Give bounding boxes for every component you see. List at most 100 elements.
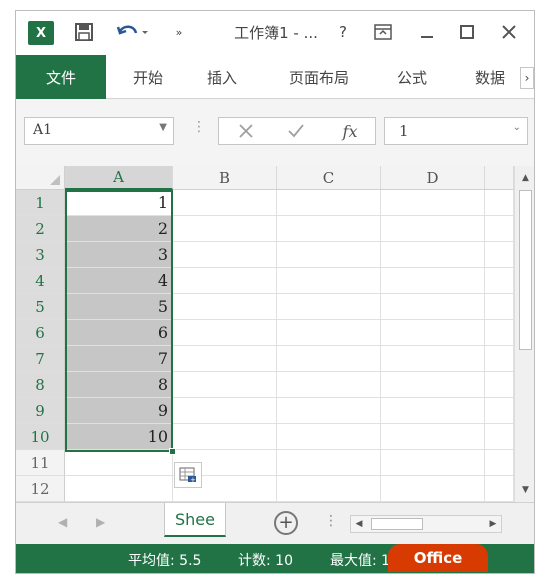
empty-cell[interactable] <box>277 476 381 502</box>
column-header-d[interactable]: D <box>381 166 485 190</box>
tab-file[interactable]: 文件 <box>16 55 106 99</box>
tab-page-layout[interactable]: 页面布局 <box>274 55 364 99</box>
minimize-icon[interactable] <box>414 19 440 45</box>
empty-cell[interactable] <box>173 372 277 398</box>
help-icon[interactable]: ? <box>332 19 354 45</box>
close-icon[interactable] <box>496 19 522 45</box>
row-header[interactable]: 3 <box>16 242 65 268</box>
empty-cell[interactable] <box>381 268 485 294</box>
horizontal-scrollbar[interactable]: ◀ ▶ <box>350 515 502 533</box>
excel-logo[interactable]: X <box>28 21 54 45</box>
hscroll-thumb[interactable] <box>371 518 423 530</box>
empty-cell[interactable] <box>485 424 514 450</box>
empty-cell[interactable] <box>381 294 485 320</box>
row-header[interactable]: 10 <box>16 424 65 450</box>
cell-a6[interactable]: 6 <box>65 320 173 346</box>
empty-cell[interactable] <box>485 450 514 476</box>
empty-cell[interactable] <box>277 242 381 268</box>
scroll-down-icon[interactable]: ▼ <box>515 480 534 500</box>
empty-cell[interactable] <box>485 320 514 346</box>
sheet-next-icon[interactable]: ▶ <box>96 515 105 529</box>
empty-cell[interactable] <box>173 320 277 346</box>
empty-cell[interactable] <box>173 242 277 268</box>
empty-cell[interactable] <box>381 424 485 450</box>
scroll-right-icon[interactable]: ▶ <box>485 516 501 532</box>
cell-a1[interactable]: 1 <box>65 190 173 216</box>
cell-a2[interactable]: 2 <box>65 216 173 242</box>
row-header[interactable]: 12 <box>16 476 65 502</box>
cell-a9[interactable]: 9 <box>65 398 173 424</box>
cell-a3[interactable]: 3 <box>65 242 173 268</box>
quick-analysis-icon[interactable]: + <box>174 462 202 488</box>
empty-cell[interactable] <box>485 476 514 502</box>
tab-data[interactable]: 数据 <box>460 55 520 99</box>
scroll-thumb[interactable] <box>519 190 532 350</box>
empty-cell[interactable] <box>381 216 485 242</box>
row-header[interactable]: 2 <box>16 216 65 242</box>
row-header[interactable]: 9 <box>16 398 65 424</box>
empty-cell[interactable] <box>381 398 485 424</box>
empty-cell[interactable] <box>173 398 277 424</box>
worksheet-grid[interactable]: A B C D 1 2 3 4 5 6 7 8 9 10 11 12 1 2 3… <box>16 166 514 502</box>
empty-cell[interactable] <box>277 450 381 476</box>
empty-cell[interactable] <box>485 216 514 242</box>
empty-cell[interactable] <box>381 190 485 216</box>
row-header[interactable]: 7 <box>16 346 65 372</box>
enter-check-icon[interactable] <box>281 120 311 142</box>
cell-a12[interactable] <box>65 476 173 502</box>
tab-formulas[interactable]: 公式 <box>382 55 442 99</box>
expand-formula-icon[interactable]: ⌄ <box>513 122 521 133</box>
row-header[interactable]: 1 <box>16 190 65 216</box>
empty-cell[interactable] <box>485 190 514 216</box>
vertical-scrollbar[interactable]: ▲ ▼ <box>514 166 534 502</box>
formula-input[interactable]: 1 ⌄ <box>384 117 528 145</box>
empty-cell[interactable] <box>277 320 381 346</box>
tab-split-grip-icon[interactable]: ⋮ <box>324 513 338 529</box>
formula-bar-grip-icon[interactable]: ⋮ <box>192 119 206 135</box>
empty-cell[interactable] <box>381 450 485 476</box>
empty-cell[interactable] <box>485 398 514 424</box>
tab-insert[interactable]: 插入 <box>192 55 252 99</box>
chevron-down-icon[interactable]: ▼ <box>159 122 167 133</box>
column-header-c[interactable]: C <box>277 166 381 190</box>
empty-cell[interactable] <box>381 320 485 346</box>
cell-a7[interactable]: 7 <box>65 346 173 372</box>
empty-cell[interactable] <box>277 294 381 320</box>
empty-cell[interactable] <box>485 268 514 294</box>
cell-a10[interactable]: 10 <box>65 424 173 450</box>
empty-cell[interactable] <box>485 294 514 320</box>
empty-cell[interactable] <box>173 216 277 242</box>
sheet-prev-icon[interactable]: ◀ <box>58 515 67 529</box>
empty-cell[interactable] <box>173 268 277 294</box>
undo-icon[interactable] <box>112 19 152 45</box>
row-header[interactable]: 4 <box>16 268 65 294</box>
empty-cell[interactable] <box>277 216 381 242</box>
save-icon[interactable] <box>70 19 98 45</box>
empty-cell[interactable] <box>381 372 485 398</box>
empty-cell[interactable] <box>381 242 485 268</box>
cancel-icon[interactable] <box>231 120 261 142</box>
name-box[interactable]: A1 ▼ <box>24 117 174 145</box>
sheet-tab-active[interactable]: Shee <box>164 503 226 537</box>
empty-cell[interactable] <box>173 294 277 320</box>
add-sheet-icon[interactable]: + <box>274 511 298 535</box>
row-header[interactable]: 8 <box>16 372 65 398</box>
ribbon-scroll-right-button[interactable]: › <box>520 67 534 89</box>
empty-cell[interactable] <box>277 372 381 398</box>
empty-cell[interactable] <box>277 268 381 294</box>
cell-a8[interactable]: 8 <box>65 372 173 398</box>
empty-cell[interactable] <box>277 398 381 424</box>
column-header-a[interactable]: A <box>65 166 173 190</box>
restore-icon[interactable] <box>454 19 480 45</box>
empty-cell[interactable] <box>381 476 485 502</box>
select-all-corner[interactable] <box>16 166 65 190</box>
row-header[interactable]: 5 <box>16 294 65 320</box>
customize-qat-icon[interactable]: » <box>168 19 190 45</box>
fill-handle[interactable] <box>169 448 176 455</box>
scroll-up-icon[interactable]: ▲ <box>515 168 534 188</box>
tab-home[interactable]: 开始 <box>114 55 182 99</box>
empty-cell[interactable] <box>277 346 381 372</box>
empty-cell[interactable] <box>173 190 277 216</box>
row-header[interactable]: 6 <box>16 320 65 346</box>
empty-cell[interactable] <box>485 372 514 398</box>
